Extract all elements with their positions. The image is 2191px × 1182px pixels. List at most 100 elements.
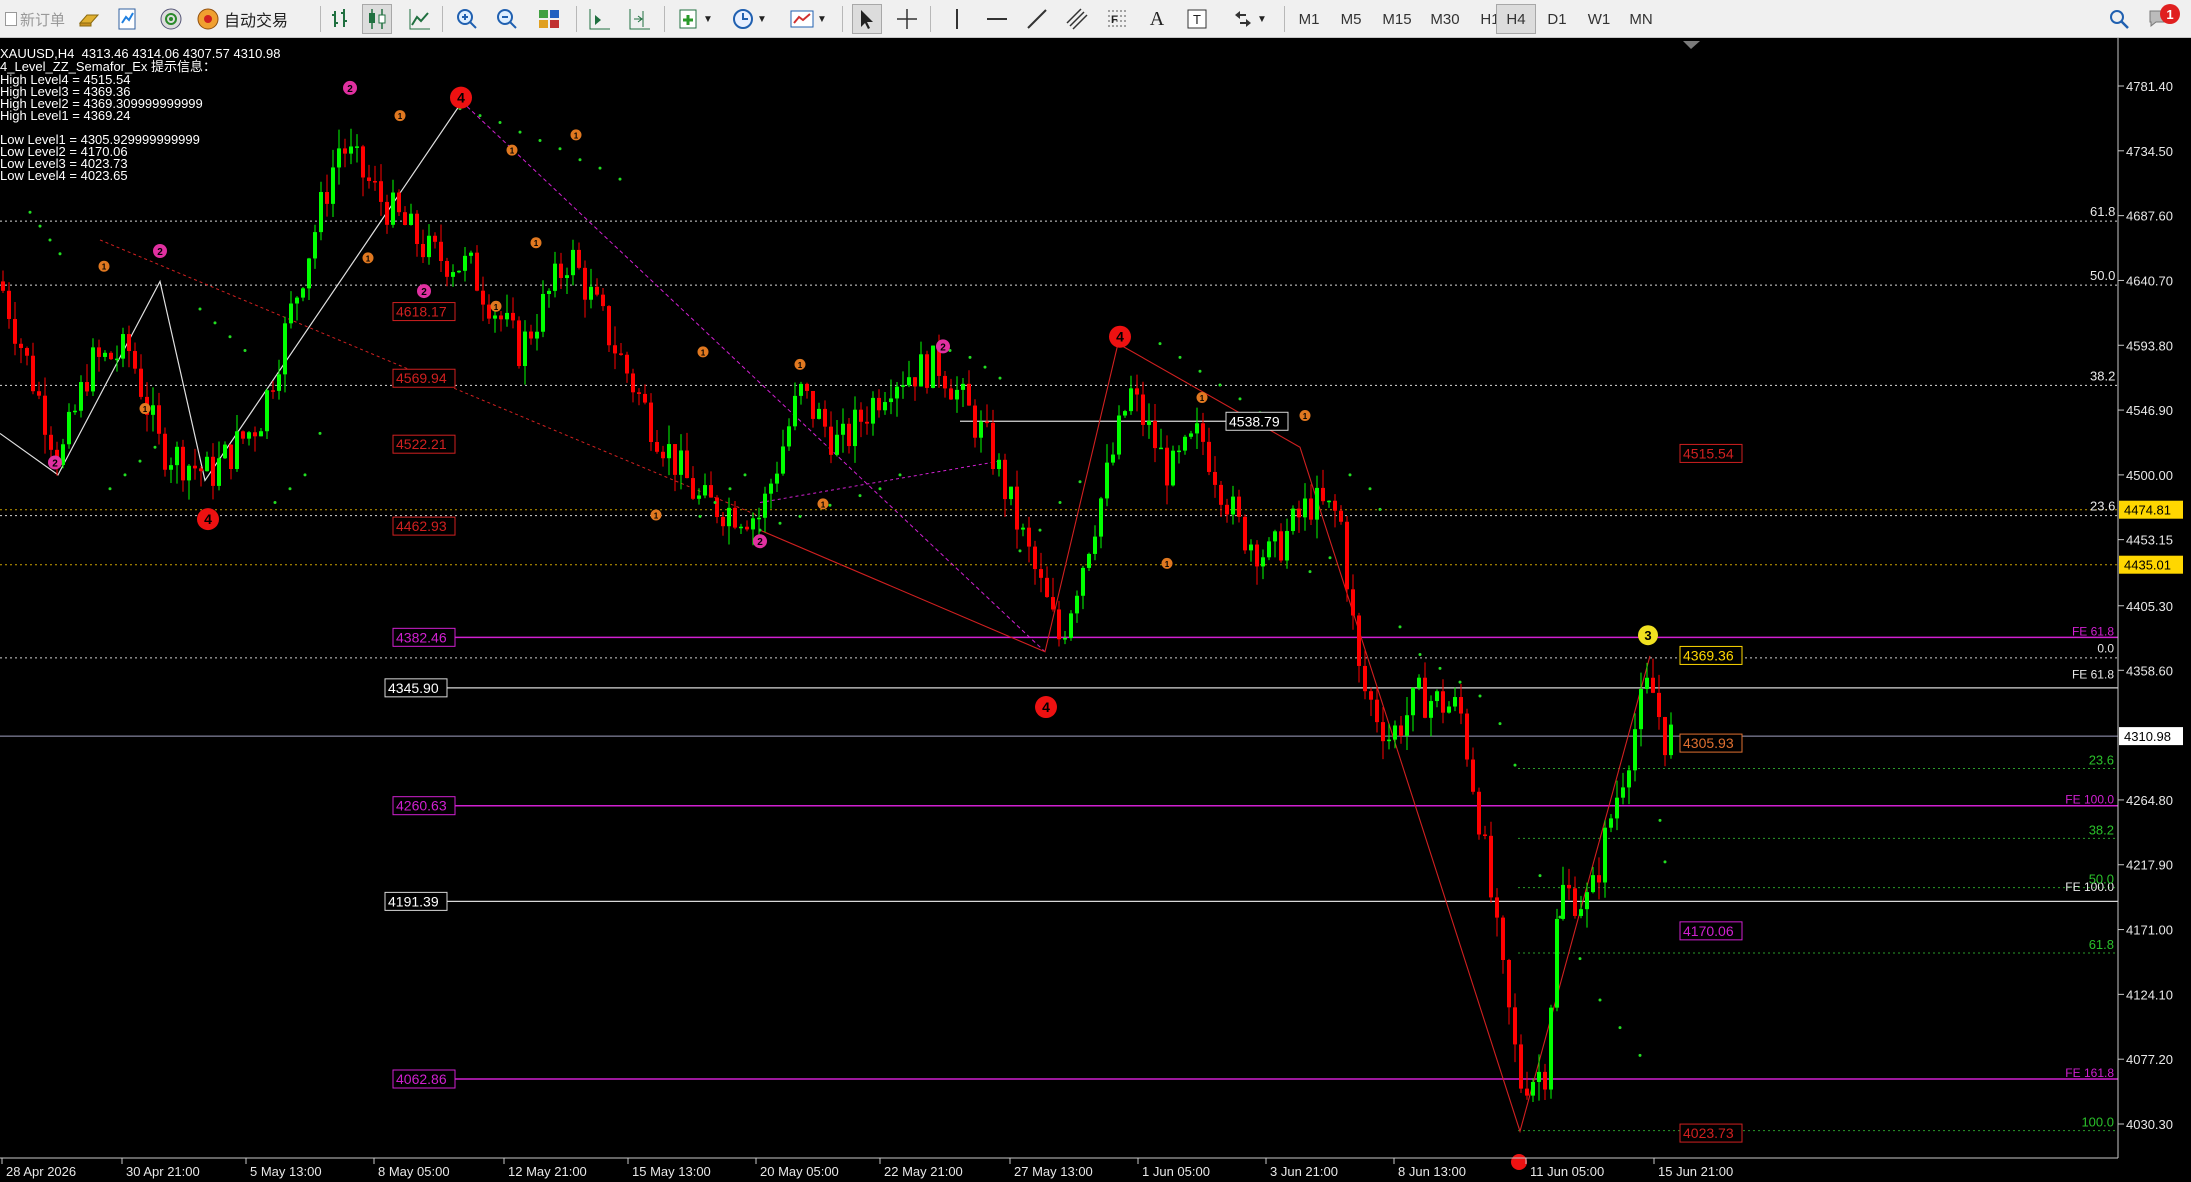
candle-body — [211, 456, 215, 486]
timeframe-mn[interactable]: MN — [1620, 4, 1662, 34]
candle-body — [1423, 677, 1427, 718]
parabolic-sar-dot — [618, 177, 622, 181]
search-button[interactable] — [2104, 4, 2134, 34]
candle-body — [1615, 797, 1619, 819]
equidistant-channel-button[interactable] — [1062, 4, 1092, 34]
zoom-out-button[interactable] — [492, 4, 522, 34]
fibonacci-button[interactable]: F — [1102, 4, 1132, 34]
price-axis-label: 4546.90 — [2126, 403, 2173, 418]
new-order-button[interactable]: 新订单 — [2, 4, 68, 34]
arrows-button[interactable]: ▼ — [1222, 4, 1276, 34]
candle-body — [1159, 447, 1163, 450]
fib-retracement-label: 50.0 — [2090, 268, 2115, 283]
notifications-button[interactable]: 1 — [2142, 4, 2182, 34]
trendline-button[interactable] — [1022, 4, 1052, 34]
auto-trading-button[interactable]: 自动交易 — [196, 4, 306, 34]
current-price-label: 4310.98 — [2124, 729, 2171, 744]
parabolic-sar-dot — [518, 130, 522, 134]
autoscroll-icon — [589, 9, 610, 30]
candle-body — [397, 192, 401, 213]
candle-body — [1117, 415, 1121, 455]
semafor-level2-number: 2 — [757, 537, 763, 548]
fib-expansion-label: FE 100.0 — [2065, 793, 2114, 807]
semafor-level1-number: 1 — [574, 131, 579, 140]
candle-body — [967, 383, 971, 406]
price-chart[interactable]: 4 4 4 4 3 2 2 2 2 2 2 1 1 1 1 1 1 1 1 1 1 1 1 1 1 1 61.8 50.0 38.2 2… — [0, 38, 2191, 1182]
bar-chart-button[interactable] — [326, 4, 356, 34]
timeframe-h4[interactable]: H4 — [1496, 4, 1536, 34]
signals-button[interactable] — [156, 4, 186, 34]
parabolic-sar-dot — [1038, 528, 1042, 532]
periods-button[interactable]: ▼ — [724, 4, 774, 34]
semafor-level2-number: 2 — [52, 458, 58, 469]
parabolic-sar-dot — [743, 473, 747, 477]
text-icon: A — [1149, 7, 1165, 30]
candle-body — [1333, 500, 1337, 511]
templates-button[interactable]: ▼ — [782, 4, 834, 34]
fib-expansion-label: 0.0 — [2097, 641, 2114, 655]
timeframe-m5[interactable]: M5 — [1332, 4, 1370, 34]
line-chart-button[interactable] — [404, 4, 434, 34]
candle-body — [451, 272, 455, 277]
text-label-button[interactable]: T — [1182, 4, 1212, 34]
parabolic-sar-dot — [123, 473, 127, 477]
candle-body — [259, 431, 263, 437]
candle-body — [1087, 553, 1091, 568]
text-button[interactable]: A — [1142, 4, 1172, 34]
timeframe-m15[interactable]: M15 — [1374, 4, 1420, 34]
indicators-button[interactable]: ▼ — [670, 4, 720, 34]
candle-body — [1579, 909, 1583, 916]
toolbar-separator — [576, 6, 577, 32]
candle-body — [85, 382, 89, 392]
timeframe-m1[interactable]: M1 — [1290, 4, 1328, 34]
candle-body — [367, 177, 371, 182]
history-center-button[interactable] — [112, 4, 142, 34]
candle-body — [1369, 691, 1373, 700]
timeframe-d1[interactable]: D1 — [1538, 4, 1576, 34]
candle-body — [1429, 701, 1433, 718]
candle-body — [1597, 875, 1601, 883]
low-level-4: Low Level4 = 4023.65 — [0, 168, 128, 183]
crosshair-button[interactable] — [892, 4, 922, 34]
candle-body — [1135, 388, 1139, 395]
tile-windows-button[interactable] — [534, 4, 564, 34]
horizontal-line-button[interactable] — [982, 4, 1012, 34]
gold-bar-button[interactable] — [74, 4, 104, 34]
chart-shift-button[interactable] — [624, 4, 654, 34]
candle-body — [529, 331, 533, 339]
cursor-button[interactable] — [852, 4, 882, 34]
candle-body — [787, 426, 791, 447]
timeframe-w1[interactable]: W1 — [1580, 4, 1618, 34]
candle-body — [205, 456, 209, 472]
parabolic-sar-dot — [1598, 998, 1602, 1002]
candle-body — [49, 434, 53, 450]
semafor-level1-number: 1 — [1165, 560, 1170, 569]
zoom-in-button[interactable] — [452, 4, 482, 34]
candle-body — [1075, 595, 1079, 614]
candlestick-chart-button[interactable] — [362, 4, 392, 34]
fib-retracement-label: 38.2 — [2090, 368, 2115, 383]
parabolic-sar-dot — [758, 528, 762, 532]
timeframe-m30[interactable]: M30 — [1422, 4, 1468, 34]
candle-body — [847, 423, 851, 447]
candle-body — [1171, 450, 1175, 486]
parabolic-sar-dot — [1078, 480, 1082, 484]
vertical-line-button[interactable] — [942, 4, 972, 34]
time-axis-label: 3 Jun 21:00 — [1270, 1164, 1338, 1179]
candle-body — [175, 446, 179, 466]
candle-body — [493, 315, 497, 319]
candle-body — [565, 275, 569, 279]
candle-body — [823, 408, 827, 427]
green-retracement-label: 38.2 — [2089, 822, 2114, 837]
new-order-icon — [4, 12, 17, 26]
price-axis-label: 4077.20 — [2126, 1052, 2173, 1067]
candle-body — [679, 450, 683, 475]
autoscroll-button[interactable] — [584, 4, 614, 34]
candle-body — [925, 354, 929, 388]
candle-body — [1573, 888, 1577, 916]
candle-body — [253, 432, 257, 437]
price-axis-label: 4500.00 — [2126, 468, 2173, 483]
candle-body — [151, 405, 155, 415]
parabolic-sar-dot — [728, 487, 732, 491]
level-tag-label: 4569.94 — [396, 370, 447, 386]
